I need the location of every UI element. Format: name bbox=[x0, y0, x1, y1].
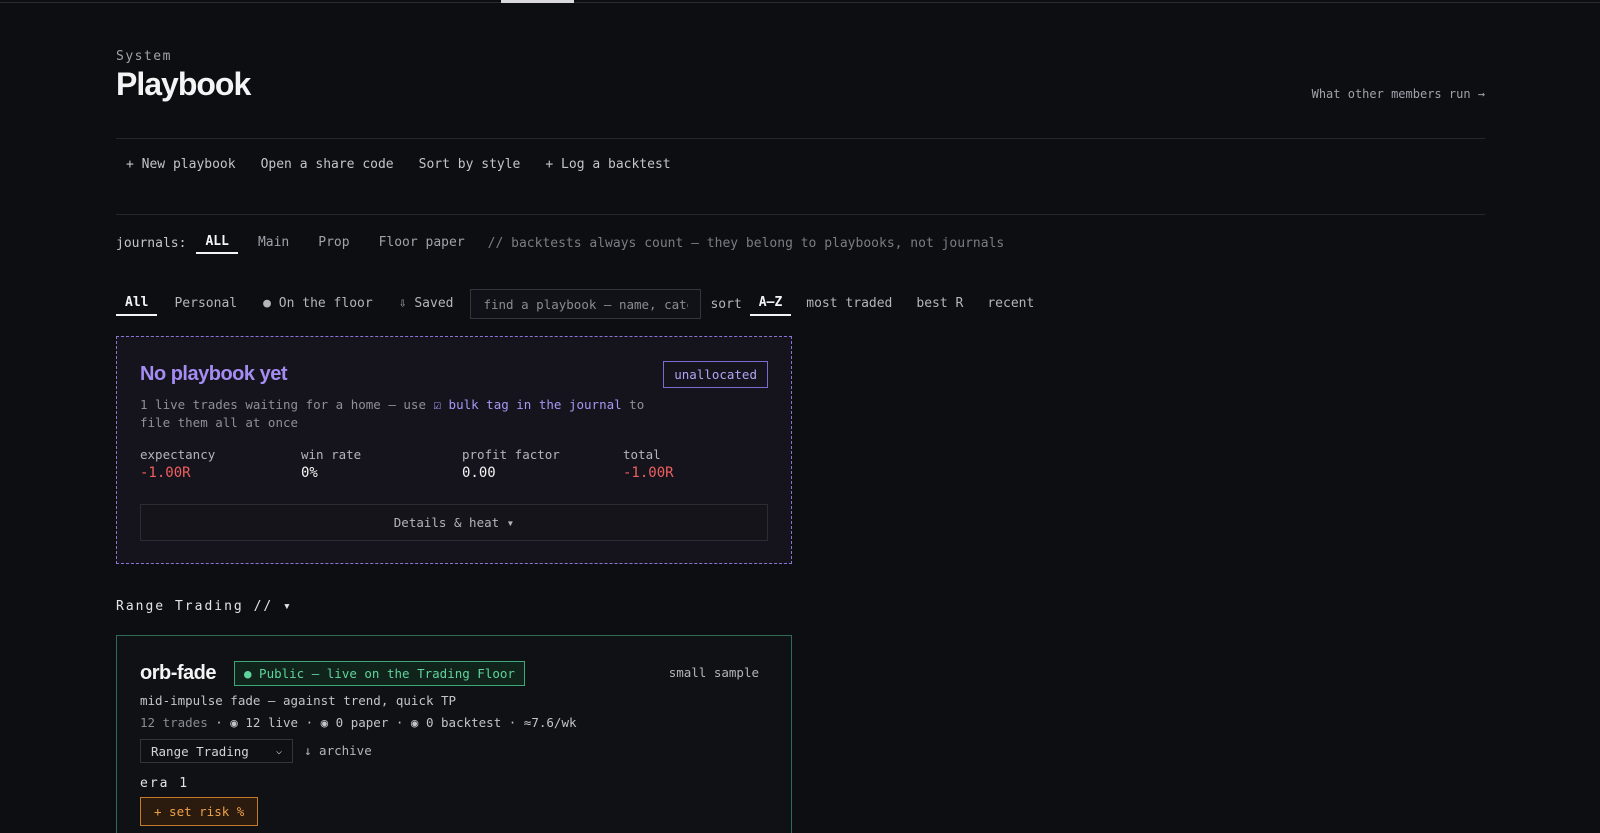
sort-label: sort bbox=[710, 296, 742, 312]
playbook-meta: 12 trades · ◉ 12 live · ◉ 0 paper · ◉ 0 … bbox=[140, 715, 577, 730]
action-bar: + New playbook Open a share code Sort by… bbox=[126, 157, 671, 172]
playbook-subtitle: mid-impulse fade — against trend, quick … bbox=[140, 693, 457, 708]
unallocated-description: 1 live trades waiting for a home — use ☑… bbox=[140, 396, 650, 432]
stat-value: 0.00 bbox=[462, 465, 496, 481]
sort-by-style-button[interactable]: Sort by style bbox=[419, 157, 521, 172]
equity-sparkline bbox=[117, 821, 793, 833]
unallocated-badge: unallocated bbox=[663, 361, 768, 388]
sort-option-recent[interactable]: recent bbox=[978, 293, 1043, 315]
group-heading-range-trading[interactable]: Range Trading // ▾ bbox=[116, 599, 293, 614]
archive-button[interactable]: ↓ archive bbox=[304, 743, 372, 758]
chevron-down-icon: ⌵ bbox=[275, 745, 282, 757]
new-playbook-button[interactable]: + New playbook bbox=[126, 157, 236, 172]
stat-label: profit factor bbox=[462, 447, 560, 462]
public-badge: ● Public — live on the Trading Floor bbox=[234, 661, 525, 686]
sample-note: small sample bbox=[668, 665, 759, 680]
divider bbox=[116, 214, 1485, 215]
stat-value: 0% bbox=[301, 465, 318, 481]
top-nav-active-indicator bbox=[501, 0, 574, 3]
stat-label: win rate bbox=[301, 447, 362, 462]
filter-tab-saved[interactable]: ⇩ Saved bbox=[390, 293, 463, 315]
trade-count: 12 trades bbox=[140, 715, 208, 730]
playbook-search-input[interactable] bbox=[470, 289, 702, 319]
log-backtest-button[interactable]: + Log a backtest bbox=[545, 157, 670, 172]
unallocated-card: No playbook yet unallocated 1 live trade… bbox=[116, 336, 792, 564]
details-heat-button[interactable]: Details & heat ▾ bbox=[140, 504, 768, 541]
stat-profit-factor: profit factor 0.00 bbox=[462, 447, 623, 481]
journal-note: // backtests always count — they belong … bbox=[487, 235, 1005, 251]
open-share-code-button[interactable]: Open a share code bbox=[261, 157, 394, 172]
meta-counts: · ◉ 12 live · ◉ 0 paper · ◉ 0 backtest ·… bbox=[207, 715, 577, 730]
stat-value: -1.00R bbox=[623, 465, 674, 481]
divider bbox=[116, 138, 1485, 139]
sort-option-best-r[interactable]: best R bbox=[907, 293, 972, 315]
stat-label: expectancy bbox=[140, 447, 216, 462]
page-eyebrow: System bbox=[116, 49, 172, 64]
stat-value: -1.00R bbox=[140, 465, 191, 481]
stat-label: total bbox=[623, 447, 661, 462]
category-select[interactable]: Range Trading ⌵ bbox=[140, 739, 293, 763]
sort-option-most-traded[interactable]: most traded bbox=[797, 293, 901, 315]
other-members-link[interactable]: What other members run → bbox=[1312, 87, 1485, 101]
stat-total: total -1.00R bbox=[623, 447, 784, 481]
playbook-card: orb-fade ● Public — live on the Trading … bbox=[116, 635, 792, 833]
playbook-name[interactable]: orb-fade bbox=[140, 662, 217, 685]
era-label: era 1 bbox=[140, 776, 190, 791]
top-nav-rule bbox=[0, 2, 1600, 3]
playbook-filters: All Personal ● On the floor ⇩ Saved sort… bbox=[116, 289, 1049, 319]
journal-chip-prop[interactable]: Prop bbox=[309, 233, 358, 253]
journal-chip-floor-paper[interactable]: Floor paper bbox=[370, 233, 474, 253]
journal-filter-label: journals: bbox=[116, 235, 187, 251]
filter-tab-all[interactable]: All bbox=[116, 292, 158, 316]
stat-win-rate: win rate 0% bbox=[301, 447, 462, 481]
bulk-tag-link[interactable]: ☑ bulk tag in the journal bbox=[434, 397, 622, 412]
sort-option-a-z[interactable]: A–Z bbox=[749, 292, 792, 316]
journal-filter: journals: ALL Main Prop Floor paper // b… bbox=[116, 232, 1004, 254]
filter-tab-on-the-floor[interactable]: ● On the floor bbox=[254, 293, 382, 315]
journal-chip-main[interactable]: Main bbox=[249, 233, 298, 253]
page-title: Playbook bbox=[116, 66, 251, 102]
stat-expectancy: expectancy -1.00R bbox=[140, 447, 301, 481]
stats-row: expectancy -1.00R win rate 0% profit fac… bbox=[140, 447, 784, 481]
category-select-value: Range Trading bbox=[151, 743, 249, 759]
unallocated-title: No playbook yet bbox=[140, 363, 287, 385]
description-text: 1 live trades waiting for a home — use bbox=[140, 397, 434, 412]
journal-chip-all[interactable]: ALL bbox=[196, 232, 238, 254]
filter-tab-personal[interactable]: Personal bbox=[165, 293, 246, 315]
